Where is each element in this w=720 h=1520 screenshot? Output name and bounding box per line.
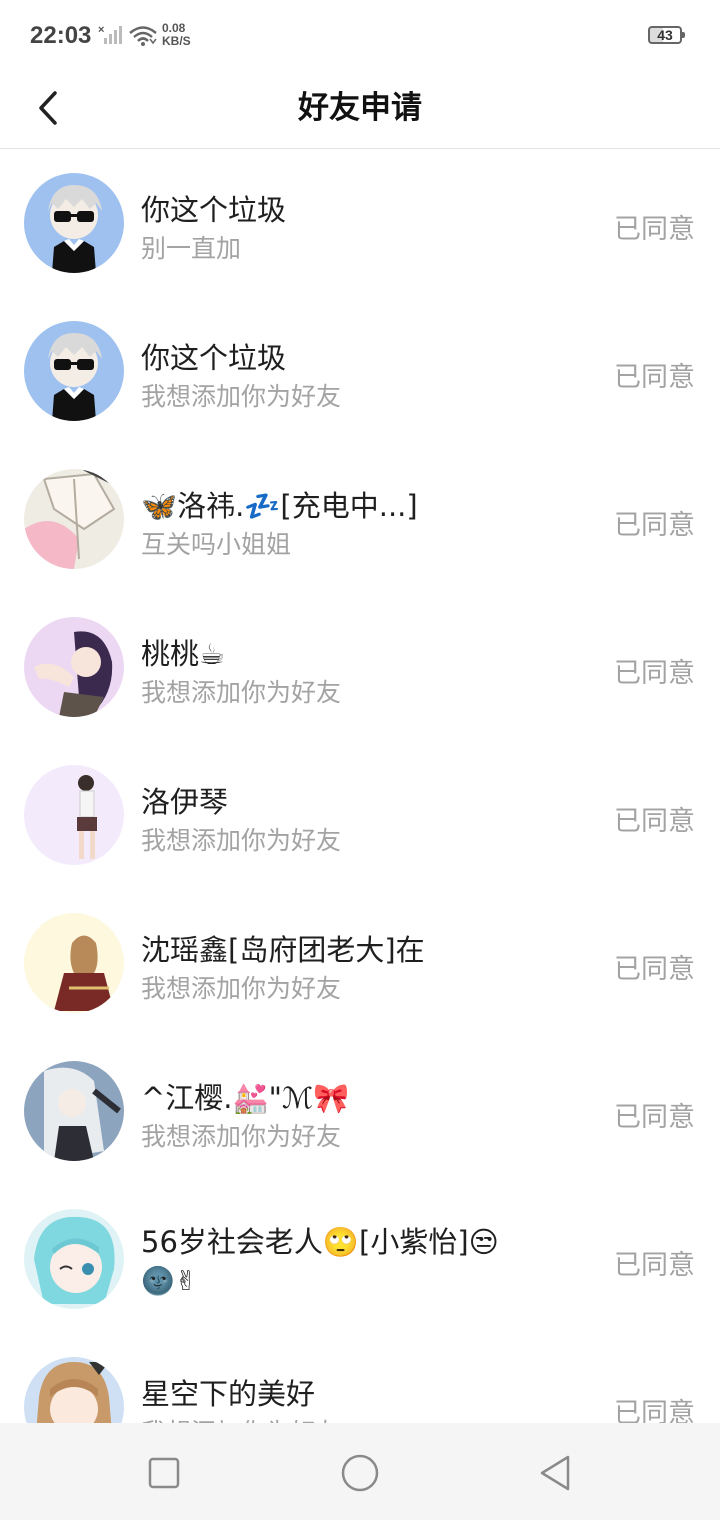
friend-request-list[interactable]: 你这个垃圾 别一直加 已同意 你这个垃圾 我想添加你为好友 已同意 🦋洛祎.💤[… [0,149,720,1423]
request-message: 我想添加你为好友 [141,1122,342,1151]
request-status: 已同意 [614,1398,695,1423]
friend-request-item[interactable]: 桃桃☕ 我想添加你为好友 已同意 [0,593,720,741]
system-navigation-bar [0,1423,720,1520]
request-message: 我想添加你为好友 [141,382,342,411]
request-name: 洛伊琴 [141,785,229,819]
friend-request-item[interactable]: ^江樱.💒"ℳ🎀 我想添加你为好友 已同意 [0,1037,720,1185]
request-message: 我想添加你为好友 [141,678,342,707]
request-status: 已同意 [614,1102,695,1133]
request-name: 星空下的美好 [141,1377,316,1411]
request-status: 已同意 [614,1250,695,1281]
request-status: 已同意 [614,362,695,393]
status-time: 22:03 [30,22,92,49]
request-status: 已同意 [614,510,695,541]
triangle-back-icon [540,1455,570,1491]
network-speed: 0.08 KB/S [162,22,191,48]
friend-request-item[interactable]: 洛伊琴 我想添加你为好友 已同意 [0,741,720,889]
title-bar: 好友申请 [0,72,720,149]
request-message: 我想添加你为好友 [141,826,342,855]
request-message: 别一直加 [141,234,242,263]
request-name: 桃桃☕ [141,637,225,671]
request-name: 🦋洛祎.💤[充电中...] [141,489,418,523]
svg-text:×: × [98,24,104,36]
request-name: 你这个垃圾 [141,341,287,375]
signal-icon: × [98,24,124,50]
avatar[interactable] [24,469,124,569]
avatar[interactable] [24,913,124,1013]
status-bar: 22:03 × 0.08 KB/S 43 [0,0,720,72]
request-name: 56岁社会老人🙄[小紫怡]😒 [141,1225,499,1259]
request-status: 已同意 [614,214,695,245]
avatar[interactable] [24,617,124,717]
request-status: 已同意 [614,806,695,837]
request-status: 已同意 [614,954,695,985]
friend-request-item[interactable]: 星空下的美好 我想添加你为好友 已同意 [0,1333,720,1423]
recents-button[interactable] [142,1451,186,1495]
avatar[interactable] [24,173,124,273]
request-message: 我想添加你为好友 [141,1413,341,1423]
avatar[interactable] [24,1061,124,1161]
wifi-icon [128,25,158,51]
avatar[interactable] [24,321,124,421]
speed-value: 0.08 [162,21,186,35]
square-icon [148,1457,180,1489]
request-name-continued: 🌚✌ [141,1266,198,1297]
back-nav-button[interactable] [534,1451,578,1495]
friend-request-item[interactable]: 你这个垃圾 别一直加 已同意 [0,149,720,297]
battery-icon: 43 [648,26,685,44]
friend-request-item[interactable]: 你这个垃圾 我想添加你为好友 已同意 [0,297,720,445]
avatar[interactable] [24,765,124,865]
request-message: 互关吗小姐姐 [141,530,292,559]
page-title: 好友申请 [298,90,422,126]
friend-request-item[interactable]: 56岁社会老人🙄[小紫怡]😒 🌚✌ 已同意 [0,1185,720,1333]
speed-unit: KB/S [162,34,191,48]
circle-icon [341,1454,379,1492]
request-status: 已同意 [614,658,695,689]
home-button[interactable] [338,1451,382,1495]
request-message: 我想添加你为好友 [141,974,342,1003]
avatar[interactable] [24,1357,124,1423]
friend-request-item[interactable]: 🦋洛祎.💤[充电中...] 互关吗小姐姐 已同意 [0,445,720,593]
friend-request-item[interactable]: 沈瑶鑫[岛府团老大]在 我想添加你为好友 已同意 [0,889,720,1037]
request-name: ^江樱.💒"ℳ🎀 [141,1081,350,1115]
request-name: 沈瑶鑫[岛府团老大]在 [141,933,425,967]
avatar[interactable] [24,1209,124,1309]
request-name: 你这个垃圾 [141,193,287,227]
